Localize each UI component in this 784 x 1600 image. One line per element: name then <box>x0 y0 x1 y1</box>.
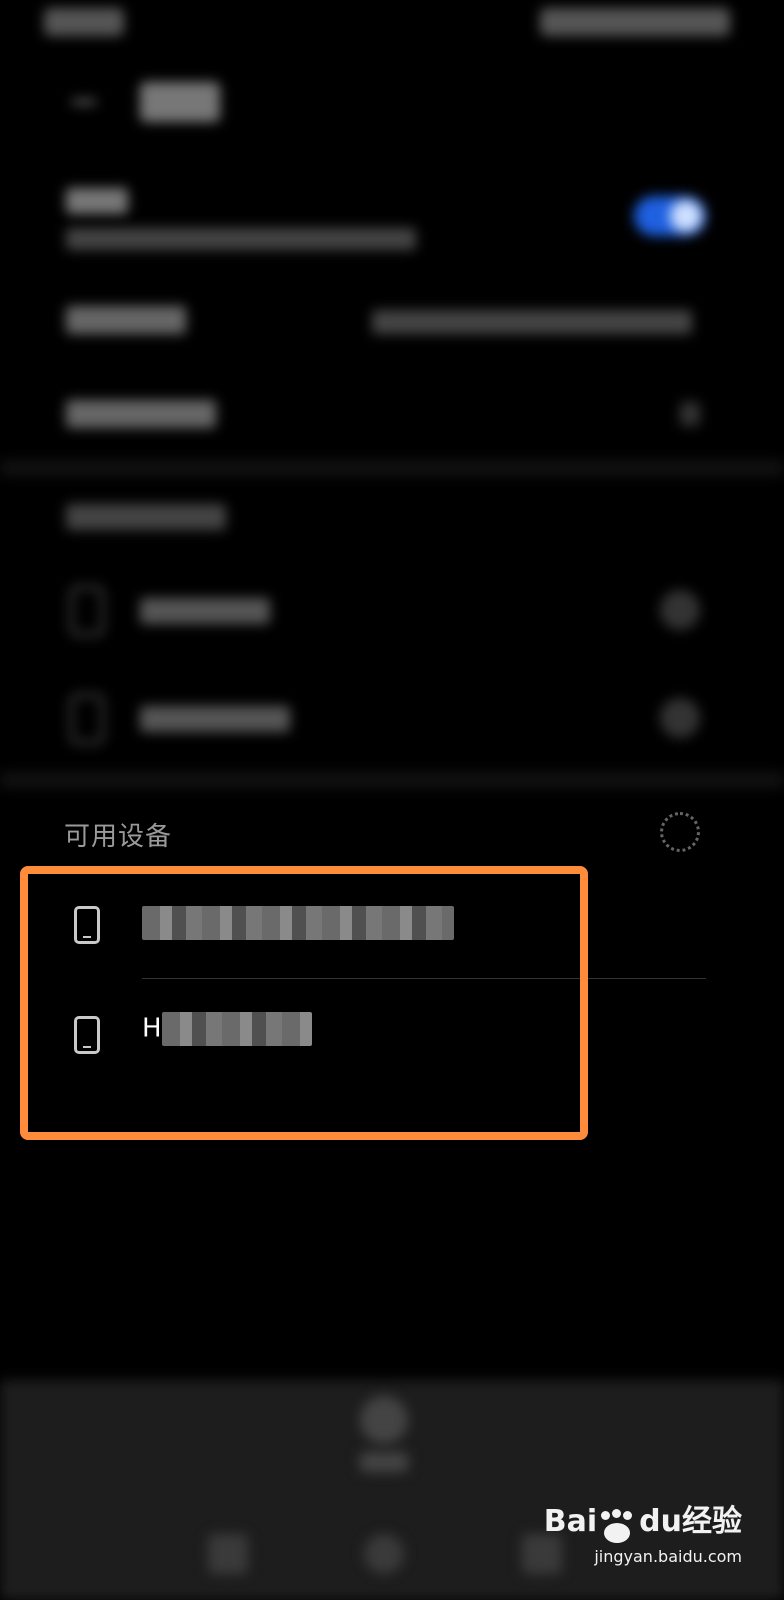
gear-icon[interactable] <box>660 590 700 630</box>
scan-button-icon[interactable] <box>360 1396 408 1444</box>
highlight-annotation <box>20 866 588 1140</box>
baidu-jingyan-watermark: Bai du经验 jingyan.baidu.com <box>544 1496 742 1566</box>
nav-home-icon[interactable] <box>364 1534 404 1574</box>
nav-back-icon[interactable] <box>208 1534 248 1574</box>
bluetooth-toggle[interactable] <box>634 196 706 236</box>
loading-spinner-icon <box>660 812 700 852</box>
paired-device-name[interactable] <box>140 706 290 732</box>
paired-devices-header <box>66 504 226 530</box>
watermark-brand: Bai du经验 <box>544 1496 742 1545</box>
paired-device-name[interactable] <box>140 598 270 624</box>
watermark-url: jingyan.baidu.com <box>594 1546 742 1566</box>
bluetooth-label <box>66 188 128 214</box>
device-name-value <box>372 310 692 334</box>
bluetooth-subtitle <box>66 228 416 250</box>
toggle-knob <box>670 200 702 232</box>
status-bar-indicators <box>540 8 730 36</box>
section-divider <box>0 772 784 788</box>
chevron-right-icon <box>680 402 700 426</box>
back-arrow-icon[interactable] <box>64 84 100 120</box>
scan-button-label <box>360 1452 408 1472</box>
page-title <box>140 82 220 122</box>
status-bar-time <box>44 8 124 36</box>
phone-icon <box>70 586 104 636</box>
paw-logo-icon <box>597 1508 639 1545</box>
available-devices-title: 可用设备 <box>64 822 173 852</box>
gear-icon[interactable] <box>660 698 700 738</box>
received-files-label[interactable] <box>66 400 216 428</box>
device-name-label[interactable] <box>66 306 186 334</box>
section-divider <box>0 460 784 476</box>
phone-icon <box>70 694 104 744</box>
